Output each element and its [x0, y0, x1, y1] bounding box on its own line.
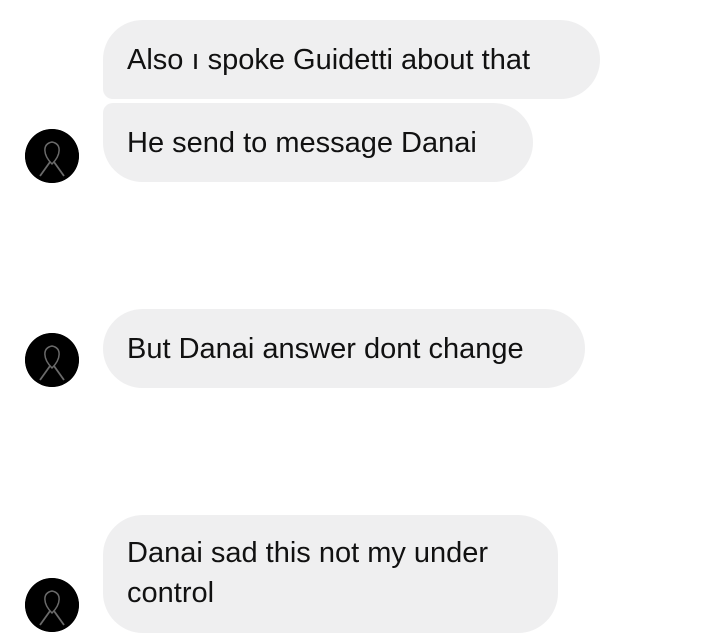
message-bubble: Also ı spoke Guidetti about that	[103, 20, 600, 99]
sender-avatar[interactable]	[25, 333, 79, 387]
black-ribbon-icon	[25, 129, 79, 183]
message-text: Also ı spoke Guidetti about that	[127, 43, 531, 76]
message-text: But Danai answer dont change	[127, 332, 524, 365]
sender-avatar[interactable]	[25, 129, 79, 183]
black-ribbon-icon	[25, 578, 79, 632]
message-bubble: He send to message Danai	[103, 103, 533, 182]
black-ribbon-icon	[25, 333, 79, 387]
message-text: Danai sad this not my under control	[127, 537, 489, 609]
sender-avatar[interactable]	[25, 578, 79, 632]
message-text: He send to message Danai	[127, 126, 477, 159]
message-bubble: Danai sad this not my under control	[103, 515, 558, 633]
message-bubble: But Danai answer dont change	[103, 309, 585, 388]
